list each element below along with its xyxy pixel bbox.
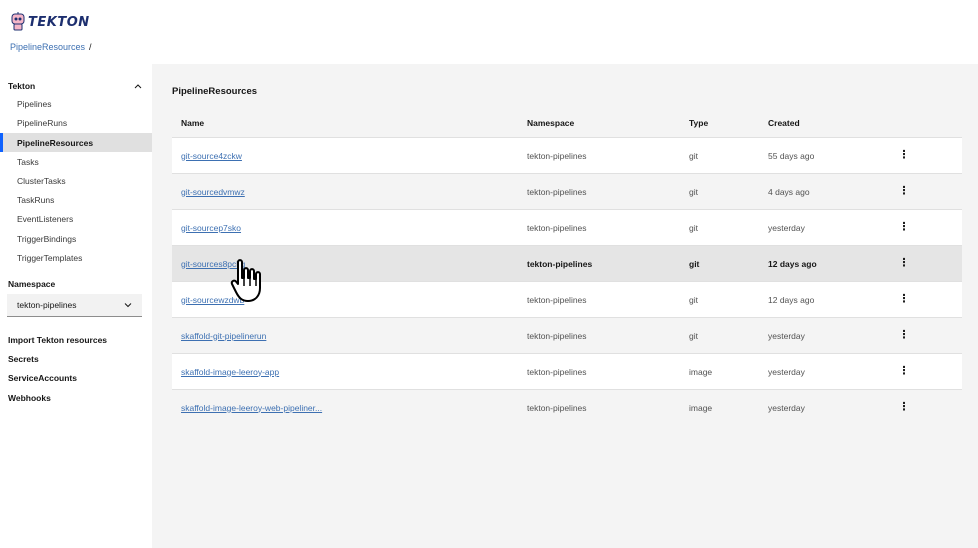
breadcrumb-separator: / bbox=[89, 42, 92, 52]
column-header-namespace[interactable]: Namespace bbox=[527, 109, 574, 137]
row-type: git bbox=[689, 330, 698, 341]
table-row[interactable]: git-source4zckw tekton-pipelines git 55 … bbox=[172, 137, 962, 173]
namespace-label: Namespace bbox=[8, 279, 56, 289]
app-header: TEKTON PipelineResources / bbox=[0, 0, 978, 64]
row-type: git bbox=[689, 186, 698, 197]
resource-link[interactable]: skaffold-image-leeroy-web-pipeliner... bbox=[181, 403, 322, 413]
sidebar-link-webhooks[interactable]: Webhooks bbox=[8, 393, 51, 403]
row-created: 4 days ago bbox=[768, 186, 810, 197]
sidebar-item-clustertasks[interactable]: ClusterTasks bbox=[0, 171, 152, 190]
tekton-robot-icon bbox=[11, 12, 25, 31]
row-type: git bbox=[689, 294, 698, 305]
row-namespace: tekton-pipelines bbox=[527, 222, 587, 233]
row-type: git bbox=[689, 150, 698, 161]
tekton-logo[interactable]: TEKTON bbox=[10, 10, 90, 34]
table-row[interactable]: skaffold-git-pipelinerun tekton-pipeline… bbox=[172, 317, 962, 353]
overflow-menu-icon[interactable]: ⋮ bbox=[899, 186, 910, 197]
row-created: yesterday bbox=[768, 222, 805, 233]
sidebar-link-serviceaccounts[interactable]: ServiceAccounts bbox=[8, 373, 77, 383]
table-row-hovered[interactable]: git-sources8pckg tekton-pipelines git 12… bbox=[172, 245, 962, 281]
resource-link[interactable]: skaffold-git-pipelinerun bbox=[181, 331, 266, 341]
resource-link[interactable]: git-sourcedvmwz bbox=[181, 187, 245, 197]
row-namespace: tekton-pipelines bbox=[527, 402, 587, 413]
row-namespace: tekton-pipelines bbox=[527, 366, 587, 377]
resource-link[interactable]: git-source4zckw bbox=[181, 151, 242, 161]
column-header-type[interactable]: Type bbox=[689, 109, 708, 137]
sidebar-link-secrets[interactable]: Secrets bbox=[8, 354, 39, 364]
overflow-menu-icon[interactable]: ⋮ bbox=[899, 330, 910, 341]
overflow-menu-icon[interactable]: ⋮ bbox=[899, 294, 910, 305]
row-created: yesterday bbox=[768, 402, 805, 413]
table-header: Name Namespace Type Created bbox=[172, 109, 962, 137]
chevron-down-icon bbox=[124, 303, 132, 308]
row-namespace: tekton-pipelines bbox=[527, 294, 587, 305]
page-title: PipelineResources bbox=[172, 86, 258, 97]
namespace-value: tekton-pipelines bbox=[17, 300, 77, 310]
row-type: git bbox=[689, 258, 700, 269]
table-row[interactable]: git-sourcedvmwz tekton-pipelines git 4 d… bbox=[172, 173, 962, 209]
table-row[interactable]: git-sourcewzdwb tekton-pipelines git 12 … bbox=[172, 281, 962, 317]
overflow-menu-icon[interactable]: ⋮ bbox=[899, 366, 910, 377]
resources-table: Name Namespace Type Created git-source4z… bbox=[172, 109, 962, 425]
sidebar-item-triggerbindings[interactable]: TriggerBindings bbox=[0, 229, 152, 248]
row-created: yesterday bbox=[768, 330, 805, 341]
sidebar-item-pipelines[interactable]: Pipelines bbox=[0, 94, 152, 113]
row-namespace: tekton-pipelines bbox=[527, 186, 587, 197]
row-namespace: tekton-pipelines bbox=[527, 150, 587, 161]
table-row[interactable]: skaffold-image-leeroy-web-pipeliner... t… bbox=[172, 389, 962, 425]
sidebar-item-eventlisteners[interactable]: EventListeners bbox=[0, 209, 152, 228]
sidebar-item-pipelineresources[interactable]: PipelineResources bbox=[0, 133, 152, 152]
overflow-menu-icon[interactable]: ⋮ bbox=[899, 258, 910, 269]
chevron-up-icon[interactable] bbox=[134, 82, 142, 90]
logo-text: TEKTON bbox=[28, 14, 90, 30]
row-created: 55 days ago bbox=[768, 150, 815, 161]
resource-link[interactable]: git-sourcep7sko bbox=[181, 223, 241, 233]
namespace-dropdown[interactable]: tekton-pipelines bbox=[7, 294, 142, 317]
sidebar-section-tekton[interactable]: Tekton bbox=[8, 81, 35, 91]
breadcrumb: PipelineResources / bbox=[10, 42, 92, 52]
hand-pointer-cursor-icon bbox=[230, 259, 261, 302]
row-created: yesterday bbox=[768, 366, 805, 377]
row-namespace: tekton-pipelines bbox=[527, 258, 593, 269]
overflow-menu-icon[interactable]: ⋮ bbox=[899, 402, 910, 413]
resource-link[interactable]: skaffold-image-leeroy-app bbox=[181, 367, 279, 377]
sidebar-item-taskruns[interactable]: TaskRuns bbox=[0, 190, 152, 209]
column-header-created[interactable]: Created bbox=[768, 109, 800, 137]
sidebar-link-import[interactable]: Import Tekton resources bbox=[8, 335, 107, 345]
column-header-name[interactable]: Name bbox=[181, 109, 204, 137]
breadcrumb-link[interactable]: PipelineResources bbox=[10, 42, 85, 52]
row-namespace: tekton-pipelines bbox=[527, 330, 587, 341]
row-created: 12 days ago bbox=[768, 258, 817, 269]
row-type: image bbox=[689, 366, 713, 377]
overflow-menu-icon[interactable]: ⋮ bbox=[899, 150, 910, 161]
main-content: PipelineResources Name Namespace Type Cr… bbox=[152, 64, 978, 548]
row-type: git bbox=[689, 222, 698, 233]
table-row[interactable]: git-sourcep7sko tekton-pipelines git yes… bbox=[172, 209, 962, 245]
overflow-menu-icon[interactable]: ⋮ bbox=[899, 222, 910, 233]
sidebar-item-triggertemplates[interactable]: TriggerTemplates bbox=[0, 248, 152, 267]
row-created: 12 days ago bbox=[768, 294, 815, 305]
sidebar-item-tasks[interactable]: Tasks bbox=[0, 152, 152, 171]
sidebar-item-pipelineruns[interactable]: PipelineRuns bbox=[0, 113, 152, 132]
table-row[interactable]: skaffold-image-leeroy-app tekton-pipelin… bbox=[172, 353, 962, 389]
row-type: image bbox=[689, 402, 713, 413]
